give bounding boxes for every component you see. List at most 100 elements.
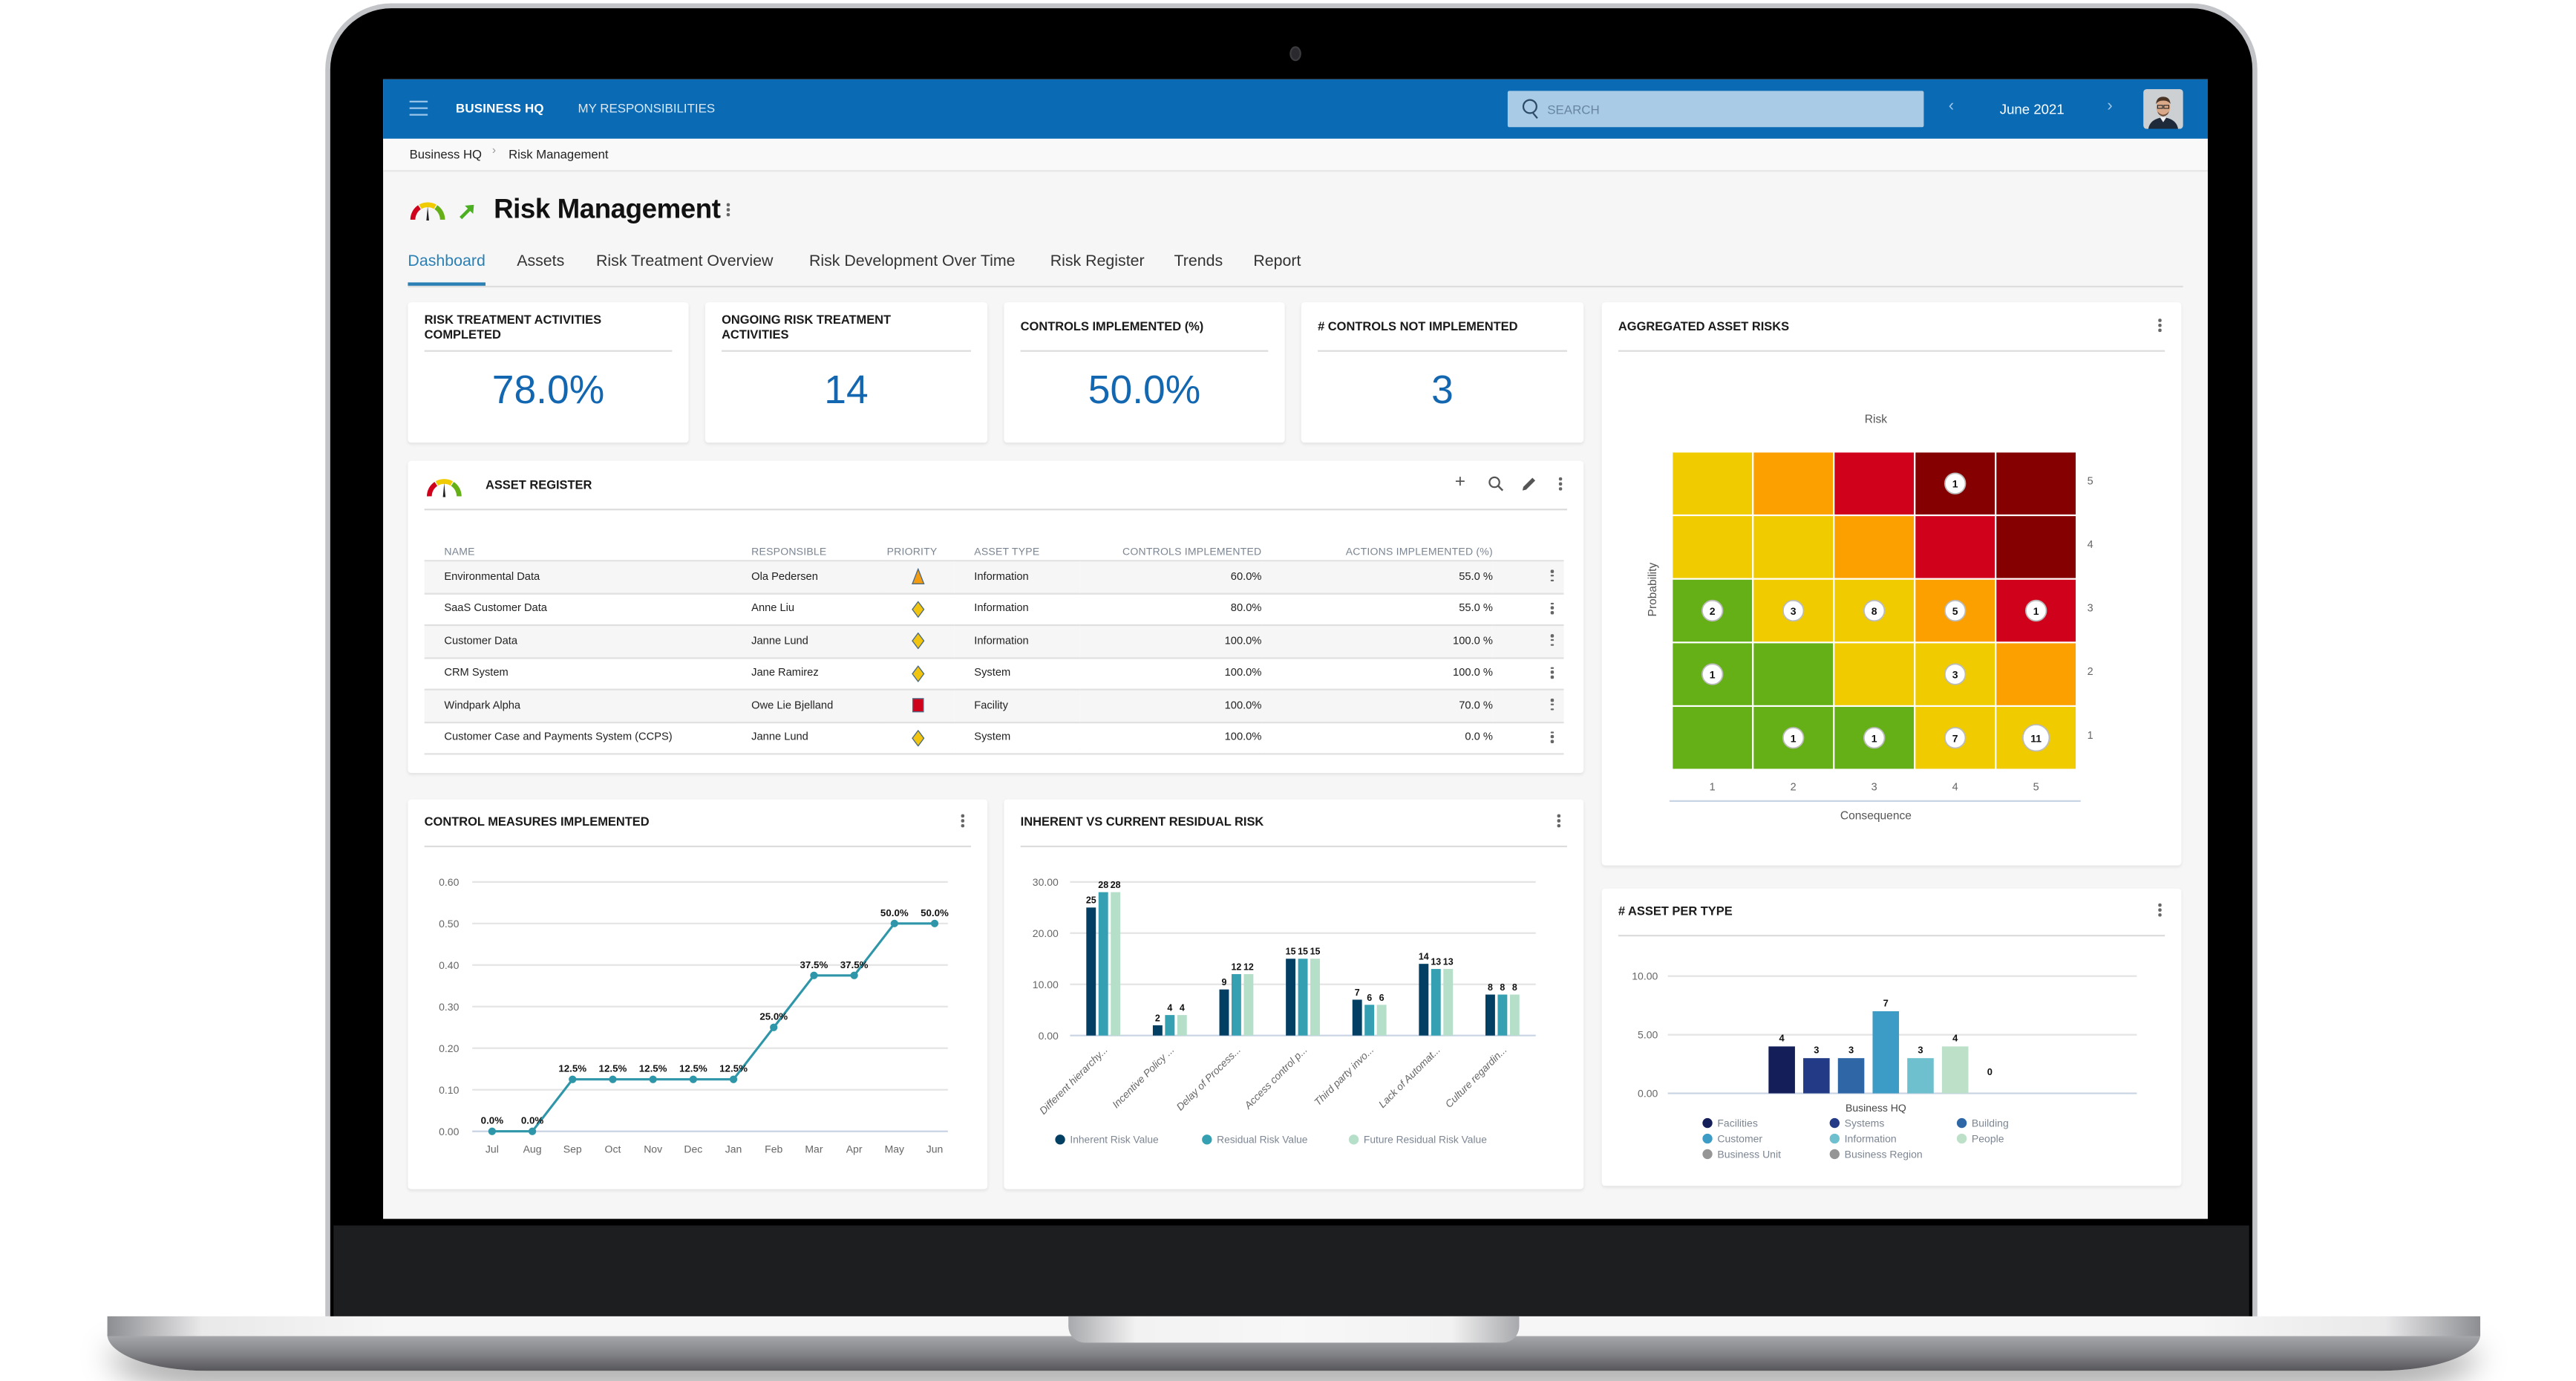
row-more-icon[interactable] — [1550, 731, 1554, 745]
bar[interactable] — [1364, 1005, 1375, 1036]
bar[interactable] — [1231, 973, 1241, 1036]
table-row[interactable]: Customer Case and Payments System (CCPS)… — [424, 722, 1564, 755]
data-point[interactable] — [488, 1127, 496, 1135]
tab-assets[interactable]: Assets — [517, 252, 564, 270]
legend-label[interactable]: Inherent Risk Value — [1070, 1134, 1159, 1146]
more-vertical-icon[interactable] — [961, 814, 964, 830]
legend-label[interactable]: Residual Risk Value — [1217, 1134, 1308, 1146]
bar[interactable] — [1443, 969, 1454, 1036]
more-vertical-icon[interactable] — [1558, 477, 1562, 493]
more-vertical-icon[interactable] — [2158, 903, 2162, 919]
bar[interactable] — [1298, 959, 1308, 1036]
column-header-name[interactable]: NAME — [424, 543, 732, 562]
legend-label[interactable]: Customer — [1717, 1132, 1762, 1144]
data-label: 8 — [1488, 982, 1493, 993]
row-more-icon[interactable] — [1550, 569, 1554, 584]
bar[interactable] — [1907, 1058, 1934, 1094]
period-label[interactable]: June 2021 — [2000, 101, 2065, 117]
bar[interactable] — [1872, 1011, 1900, 1094]
tab-report[interactable]: Report — [1253, 252, 1301, 270]
column-header-asset-type[interactable]: ASSET TYPE — [954, 543, 1079, 562]
data-point[interactable] — [528, 1127, 537, 1135]
column-header-priority[interactable]: PRIORITY — [883, 543, 955, 562]
search-icon[interactable] — [1488, 476, 1504, 492]
add-icon[interactable]: + — [1455, 472, 1465, 492]
column-header-controls-implemented[interactable]: CONTROLS IMPLEMENTED — [1079, 543, 1262, 562]
data-point[interactable] — [689, 1075, 697, 1083]
heatmap-cell — [1915, 516, 1995, 578]
row-more-icon[interactable] — [1550, 601, 1554, 616]
edit-pencil-icon[interactable] — [1521, 476, 1537, 492]
tab-risk-register[interactable]: Risk Register — [1050, 252, 1145, 270]
bar[interactable] — [1098, 892, 1108, 1036]
bar[interactable] — [1485, 994, 1495, 1036]
bar[interactable] — [1941, 1046, 1969, 1094]
bar[interactable] — [1837, 1058, 1865, 1094]
table-row[interactable]: Windpark Alpha Owe Lie Bjelland Facility 10… — [424, 689, 1564, 723]
table-row[interactable]: Environmental Data Ola Pedersen Informatio… — [424, 561, 1564, 594]
column-header-responsible[interactable]: RESPONSIBLE — [731, 543, 884, 562]
bar[interactable] — [1803, 1058, 1830, 1094]
bar[interactable] — [1768, 1046, 1795, 1094]
priority-low-diamond-icon — [912, 600, 926, 618]
data-point[interactable] — [930, 919, 939, 927]
data-point[interactable] — [729, 1075, 738, 1083]
chart-title: # ASSET PER TYPE — [1618, 903, 1733, 918]
bar[interactable] — [1376, 1005, 1387, 1036]
legend-label[interactable]: Future Residual Risk Value — [1364, 1134, 1487, 1146]
bar[interactable] — [1152, 1025, 1163, 1036]
legend-label[interactable]: Systems — [1845, 1117, 1885, 1129]
tab-trends[interactable]: Trends — [1174, 252, 1223, 270]
bar[interactable] — [1497, 994, 1508, 1036]
table-row[interactable]: CRM System Jane Ramirez System 100.0% 100.0 … — [424, 657, 1564, 690]
bar[interactable] — [1219, 989, 1229, 1036]
legend-label[interactable]: Business Unit — [1717, 1148, 1781, 1160]
more-vertical-icon[interactable] — [1557, 814, 1560, 830]
search-input[interactable]: SEARCH — [1507, 91, 1924, 128]
risk-count-label: 8 — [1871, 605, 1877, 617]
nav-my-responsibilities[interactable]: MY RESPONSIBILITIES — [578, 101, 716, 116]
cell-controls-implemented: 100.0% — [1079, 624, 1262, 659]
bar[interactable] — [1419, 964, 1429, 1036]
legend-label[interactable]: Information — [1845, 1132, 1897, 1144]
data-point[interactable] — [649, 1075, 657, 1083]
chevron-right-icon[interactable]: › — [2107, 97, 2112, 115]
data-point[interactable] — [850, 971, 858, 979]
table-row[interactable]: Customer Data Janne Lund Information 100.0%… — [424, 624, 1564, 659]
tab-dashboard[interactable]: Dashboard — [408, 252, 486, 285]
bar[interactable] — [1431, 969, 1441, 1036]
legend-label[interactable]: Building — [1972, 1117, 2009, 1129]
bar[interactable] — [1509, 994, 1520, 1036]
tab-risk-treatment-overview[interactable]: Risk Treatment Overview — [596, 252, 773, 270]
bar[interactable] — [1086, 907, 1096, 1036]
data-point[interactable] — [810, 971, 818, 979]
breadcrumb-business-hq[interactable]: Business HQ — [410, 147, 482, 162]
row-more-icon[interactable] — [1550, 666, 1554, 681]
bar[interactable] — [1177, 1015, 1187, 1036]
bar[interactable] — [1286, 959, 1296, 1036]
hamburger-menu-icon[interactable] — [409, 100, 428, 116]
bar[interactable] — [1310, 959, 1320, 1036]
nav-business-hq[interactable]: BUSINESS HQ — [456, 101, 544, 116]
column-header-actions-implemented[interactable]: ACTIONS IMPLEMENTED (%) — [1261, 543, 1493, 562]
bar[interactable] — [1111, 892, 1121, 1036]
bar[interactable] — [1243, 973, 1254, 1036]
data-point[interactable] — [569, 1075, 577, 1083]
legend-label[interactable]: People — [1972, 1132, 2004, 1144]
legend-label[interactable]: Business Region — [1845, 1148, 1923, 1160]
more-vertical-icon[interactable] — [2158, 319, 2162, 334]
chevron-left-icon[interactable]: ‹ — [1949, 97, 1954, 115]
page-more-icon[interactable] — [726, 203, 730, 219]
data-point[interactable] — [609, 1075, 617, 1083]
bar[interactable] — [1165, 1015, 1175, 1036]
data-point[interactable] — [770, 1023, 778, 1031]
row-more-icon[interactable] — [1550, 699, 1554, 713]
tab-risk-development-over-time[interactable]: Risk Development Over Time — [809, 252, 1016, 270]
data-point[interactable] — [890, 919, 898, 927]
table-row[interactable]: SaaS Customer Data Anne Liu Information 80.… — [424, 592, 1564, 627]
legend-label[interactable]: Facilities — [1717, 1117, 1757, 1129]
bar[interactable] — [1352, 999, 1362, 1036]
user-avatar[interactable] — [2143, 89, 2183, 129]
row-more-icon[interactable] — [1550, 634, 1554, 648]
top-nav: BUSINESS HQ MY RESPONSIBILITIES SEARCH ‹… — [383, 79, 2209, 139]
